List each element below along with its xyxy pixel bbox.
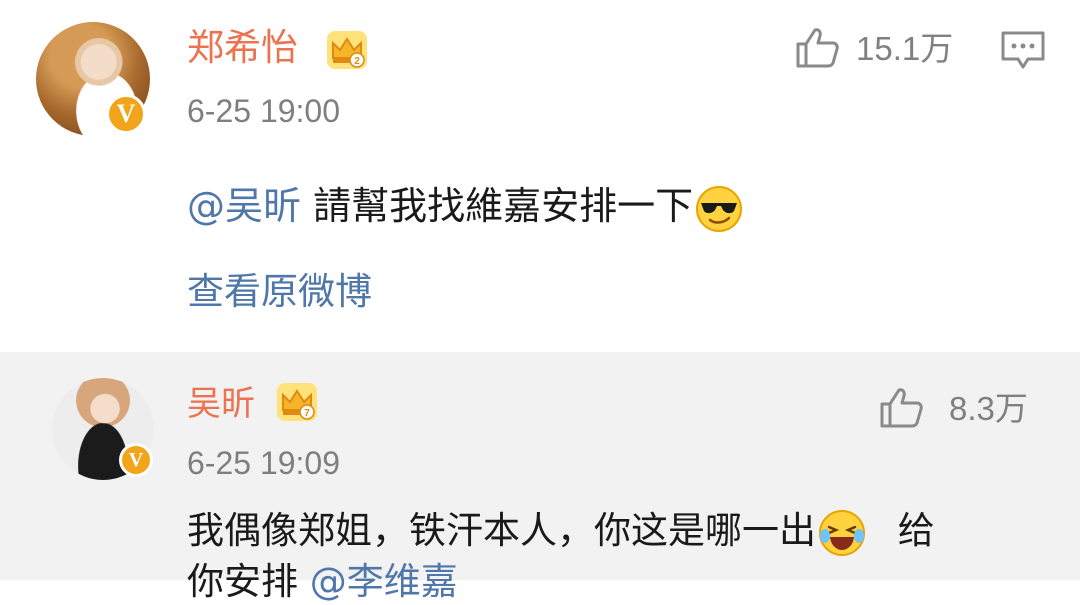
- svg-text:7: 7: [304, 408, 310, 419]
- reply-body: 我偶像郑姐，铁汗本人，你这是哪一出: [187, 509, 816, 552]
- comment-body: 請幫我找維嘉安排一下: [313, 184, 694, 228]
- timestamp: 6-25 19:00: [187, 93, 341, 129]
- reply-text-line-1: 我偶像郑姐，铁汗本人，你这是哪一出 给: [187, 508, 935, 557]
- like-count: 15.1万: [856, 30, 954, 67]
- verified-v-badge-icon: V: [119, 443, 153, 477]
- sunglasses-smile-emoji: [696, 185, 743, 232]
- username[interactable]: 吴昕: [187, 384, 255, 424]
- user-mention-link[interactable]: @李维嘉: [310, 560, 458, 603]
- user-mention-link[interactable]: @吴昕: [187, 184, 301, 228]
- comment-text: @吴昕 請幫我找維嘉安排一下: [187, 183, 743, 233]
- verified-v-badge-icon: V: [106, 94, 146, 134]
- like-count: 8.3万: [949, 390, 1028, 427]
- comment-item: V 郑希怡 2 6-25 19:00 15.1万 @吴昕 請幫我找維嘉安排一下 …: [0, 0, 1080, 352]
- comment-bubble-icon[interactable]: [1000, 30, 1046, 70]
- username[interactable]: 郑希怡: [187, 28, 298, 68]
- thumbs-up-icon[interactable]: [878, 386, 924, 430]
- svg-text:2: 2: [354, 56, 360, 67]
- laugh-cry-emoji: [819, 509, 865, 556]
- reply-body-tail: 给: [897, 509, 935, 552]
- thumbs-up-icon[interactable]: [794, 26, 840, 70]
- timestamp: 6-25 19:09: [187, 445, 341, 481]
- view-original-post-link[interactable]: 查看原微博: [187, 270, 372, 314]
- reply-text-line-2: 你安排 @李维嘉: [187, 559, 458, 605]
- vip-crown-icon: 7: [277, 383, 317, 421]
- reply-body-cont: 你安排: [187, 560, 298, 603]
- vip-crown-icon: 2: [327, 31, 367, 69]
